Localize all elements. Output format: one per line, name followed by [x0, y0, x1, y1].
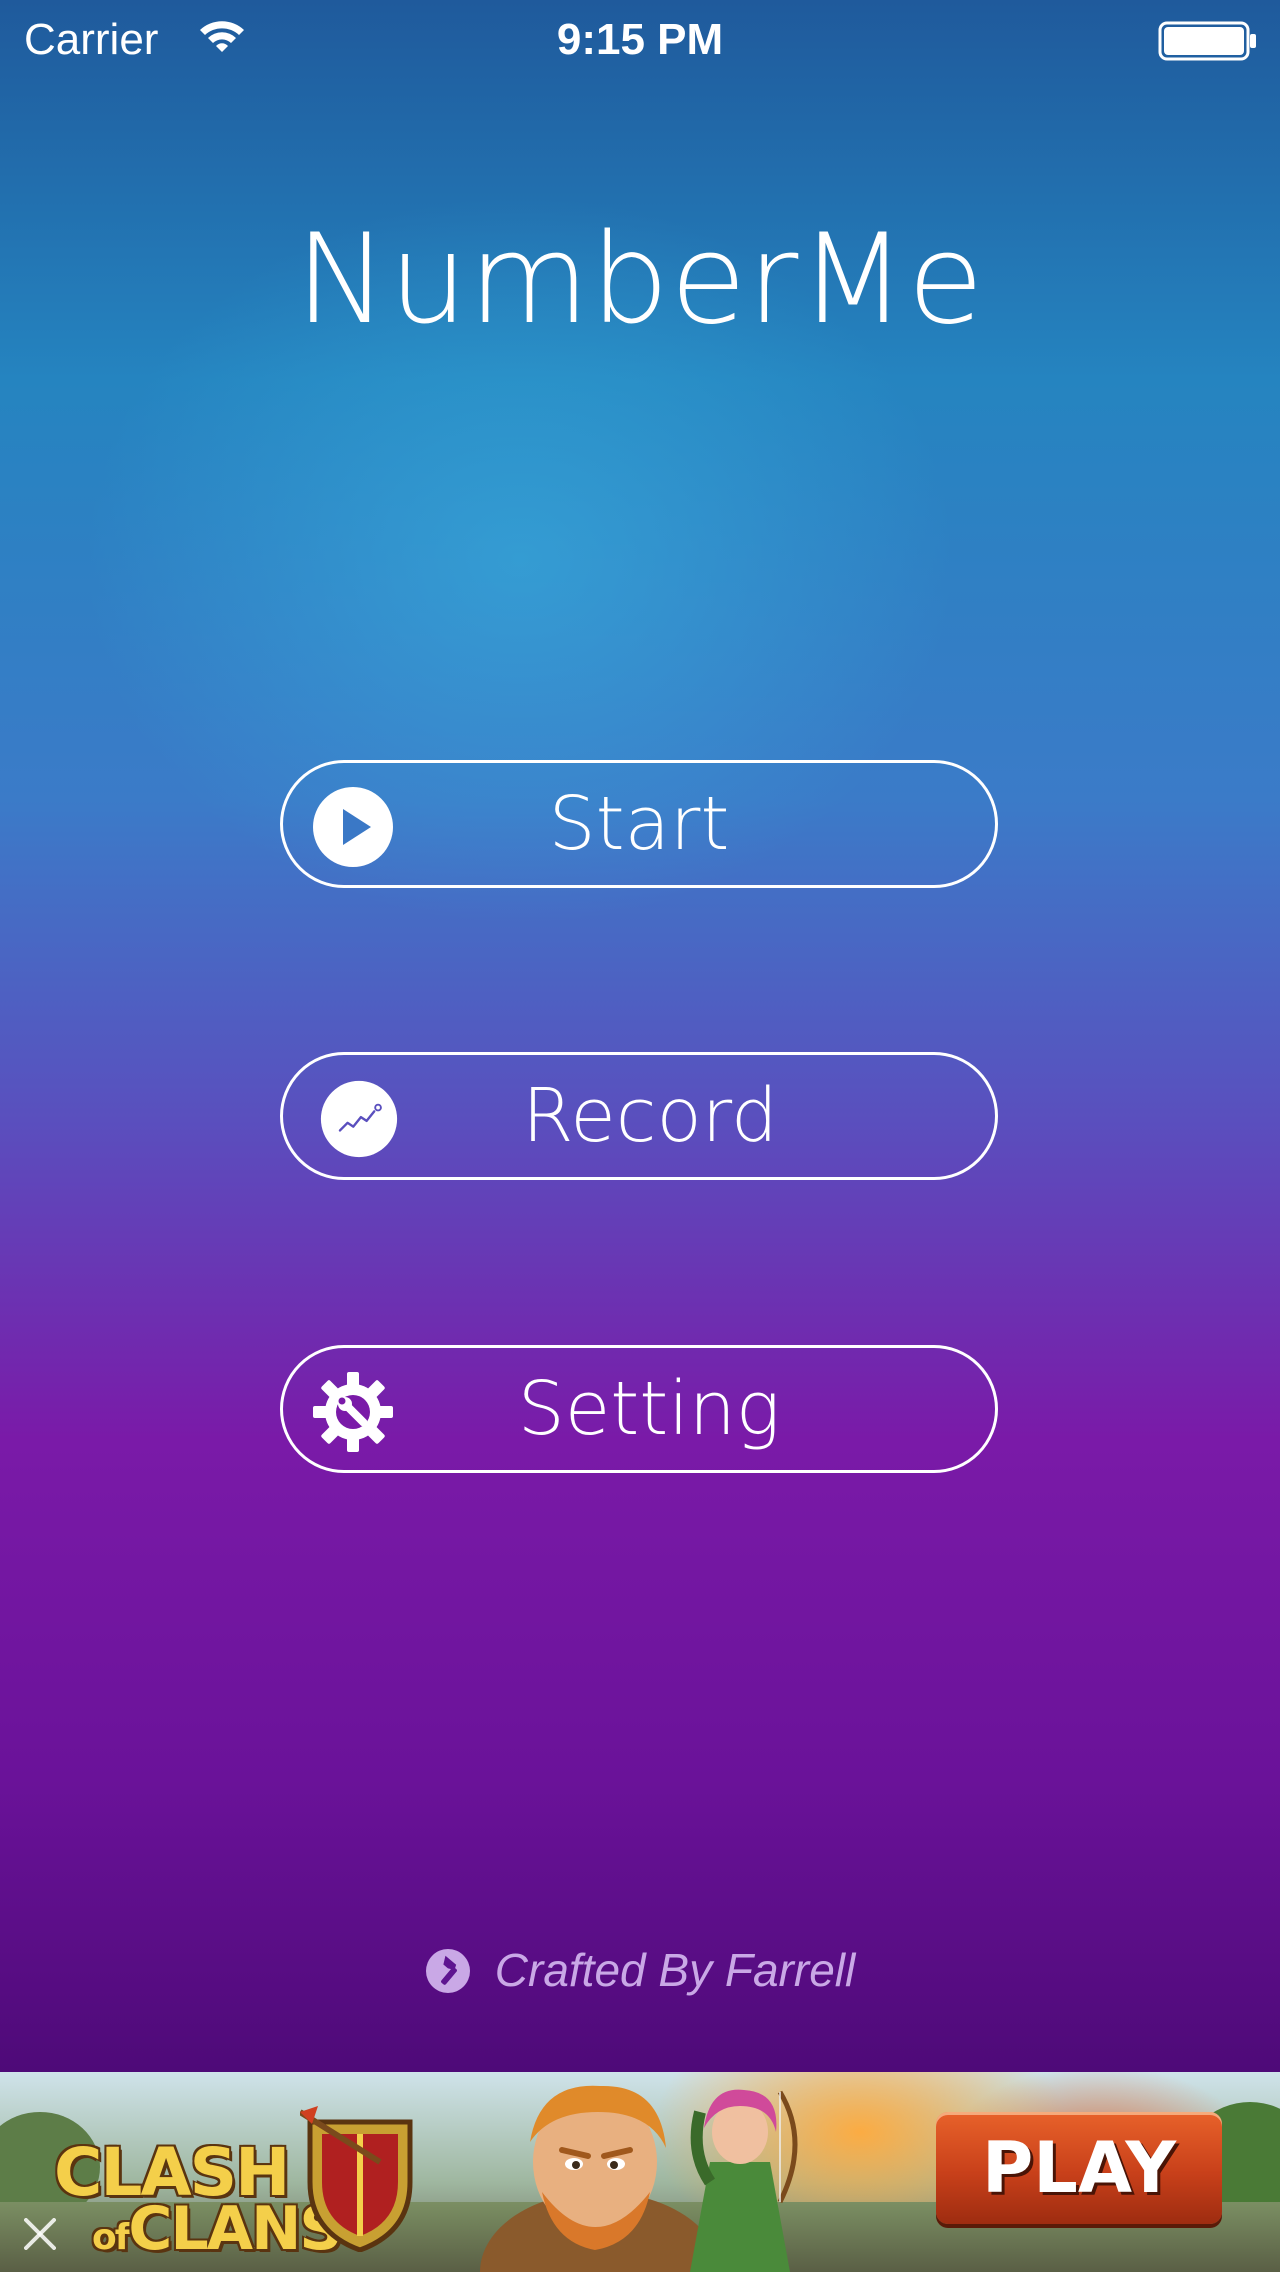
- record-button[interactable]: Record: [280, 1052, 998, 1180]
- ad-archer-character: [690, 2089, 798, 2272]
- app-title: NumberMe: [295, 208, 985, 352]
- ad-logo-of: of: [92, 2217, 130, 2258]
- ad-play-button[interactable]: PLAY: [936, 2112, 1222, 2224]
- record-button-label: Record: [522, 1073, 778, 1159]
- start-button-label: Start: [548, 781, 730, 867]
- start-button[interactable]: Start: [280, 760, 998, 888]
- status-time: 9:15 PM: [556, 15, 724, 64]
- credit-line: Crafted By Farrell: [0, 1940, 1280, 2000]
- setting-button[interactable]: Setting: [280, 1345, 998, 1473]
- battery-full-icon: [1158, 21, 1256, 61]
- hammer-circle-icon: [425, 1949, 470, 1993]
- main-screen: Carrier 9:15 PM NumberMe Start Record Se…: [0, 0, 1280, 2272]
- credit-text: Crafted By Farrell: [494, 1944, 856, 1996]
- ad-shield-icon: [300, 2106, 413, 2252]
- close-icon[interactable]: [16, 2210, 64, 2258]
- status-bar: Carrier 9:15 PM: [0, 0, 1280, 80]
- setting-button-label: Setting: [517, 1366, 781, 1452]
- ad-banner[interactable]: CLASH ofCLANS PLAY: [0, 2072, 1280, 2272]
